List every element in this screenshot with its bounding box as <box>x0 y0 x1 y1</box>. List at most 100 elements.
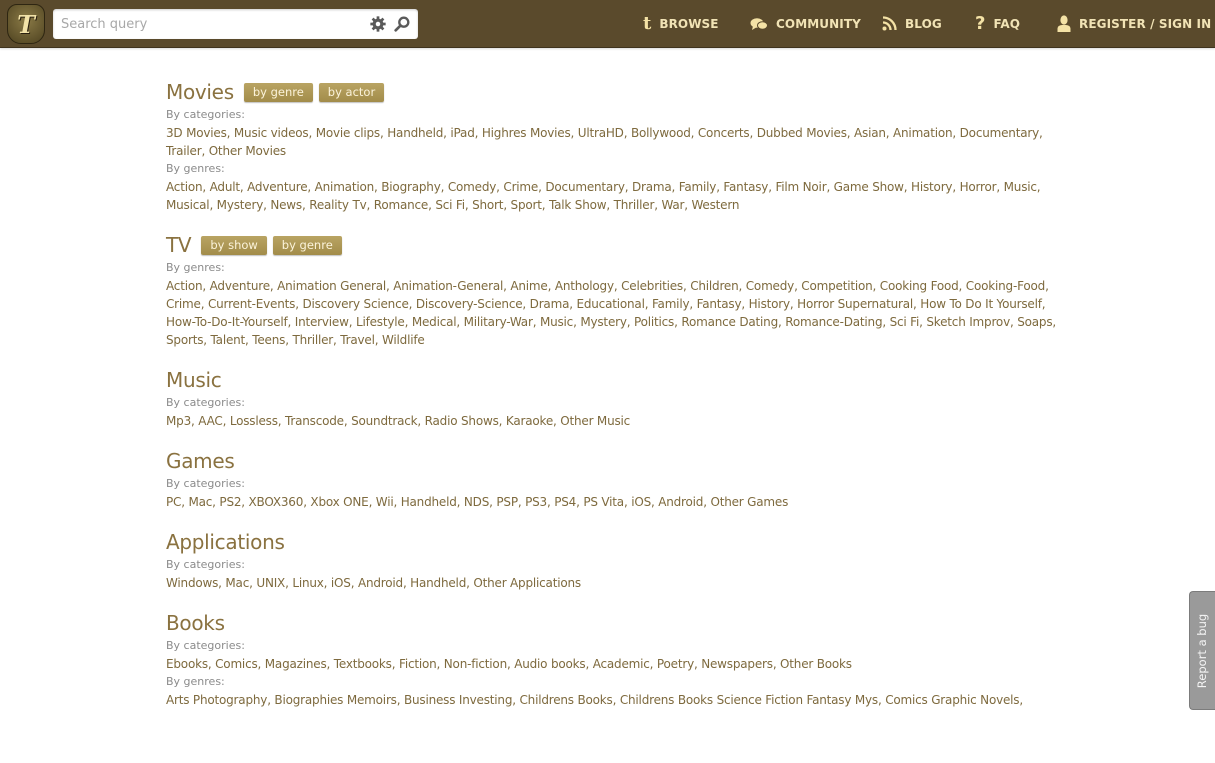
category-link[interactable]: Handheld <box>387 126 443 140</box>
category-link[interactable]: PS4 <box>554 495 576 509</box>
category-link[interactable]: Childrens Books <box>519 693 612 707</box>
category-link[interactable]: Business Investing <box>404 693 512 707</box>
category-link[interactable]: Concerts <box>698 126 750 140</box>
category-link[interactable]: PC <box>166 495 181 509</box>
category-link[interactable]: Drama <box>632 180 672 194</box>
category-link[interactable]: Sport <box>511 198 542 212</box>
category-link[interactable]: Musical <box>166 198 210 212</box>
category-link[interactable]: Android <box>358 576 403 590</box>
category-link[interactable]: Thriller <box>614 198 655 212</box>
category-link[interactable]: Crime <box>503 180 538 194</box>
category-link[interactable]: Interview <box>295 315 349 329</box>
category-link[interactable]: Childrens Books Science Fiction Fantasy … <box>620 693 878 707</box>
category-link[interactable]: Highres Movies <box>482 126 571 140</box>
category-link[interactable]: Asian <box>854 126 886 140</box>
category-link[interactable]: Celebrities <box>621 279 683 293</box>
category-link[interactable]: Mystery <box>580 315 627 329</box>
category-link[interactable]: Biographies Memoirs <box>274 693 397 707</box>
category-link[interactable]: Animation <box>893 126 953 140</box>
category-link[interactable]: Action <box>166 279 203 293</box>
category-link[interactable]: Comedy <box>448 180 497 194</box>
category-link[interactable]: How To Do It Yourself <box>920 297 1042 311</box>
category-link[interactable]: Romance Dating <box>681 315 778 329</box>
category-link[interactable]: Short <box>472 198 503 212</box>
category-link[interactable]: Comics <box>215 657 258 671</box>
category-link[interactable]: Lifestyle <box>356 315 405 329</box>
category-link[interactable]: Western <box>691 198 739 212</box>
category-link[interactable]: Textbooks <box>334 657 392 671</box>
section-title[interactable]: Applications <box>166 530 285 554</box>
nav-blog[interactable]: BLOG <box>882 0 942 47</box>
category-link[interactable]: News <box>270 198 302 212</box>
category-link[interactable]: Other Music <box>560 414 630 428</box>
category-link[interactable]: Other Games <box>710 495 788 509</box>
category-link[interactable]: Handheld <box>410 576 466 590</box>
category-link[interactable]: Arts Photography <box>166 693 267 707</box>
category-link[interactable]: Educational <box>576 297 644 311</box>
section-title[interactable]: Games <box>166 449 235 473</box>
category-link[interactable]: Sketch Improv <box>926 315 1010 329</box>
category-link[interactable]: Magazines <box>265 657 327 671</box>
category-link[interactable]: Current-Events <box>208 297 295 311</box>
category-link[interactable]: Action <box>166 180 203 194</box>
category-link[interactable]: Soundtrack <box>351 414 418 428</box>
category-link[interactable]: Romance-Dating <box>785 315 882 329</box>
category-link[interactable]: Adventure <box>247 180 307 194</box>
category-link[interactable]: Talk Show <box>549 198 607 212</box>
section-title[interactable]: TV <box>166 233 192 257</box>
category-link[interactable]: Film Noir <box>775 180 826 194</box>
report-bug-tab[interactable]: Report a bug <box>1189 591 1215 710</box>
category-link[interactable]: NDS <box>464 495 489 509</box>
category-link[interactable]: Reality Tv <box>309 198 366 212</box>
category-link[interactable]: Other Movies <box>209 144 286 158</box>
category-link[interactable]: Karaoke <box>506 414 553 428</box>
category-link[interactable]: Other Books <box>780 657 852 671</box>
category-link[interactable]: Poetry <box>657 657 694 671</box>
category-link[interactable]: Academic <box>593 657 650 671</box>
category-link[interactable]: Documentary <box>545 180 625 194</box>
category-link[interactable]: Mac <box>225 576 249 590</box>
nav-community[interactable]: COMMUNITY <box>750 0 861 47</box>
filter-button-by-genre[interactable]: by genre <box>272 235 342 255</box>
category-link[interactable]: Other Applications <box>473 576 581 590</box>
nav-register-signin[interactable]: REGISTER / SIGN IN <box>1057 0 1211 47</box>
category-link[interactable]: Music <box>540 315 573 329</box>
category-link[interactable]: Trailer <box>166 144 202 158</box>
category-link[interactable]: Medical <box>412 315 457 329</box>
category-link[interactable]: Military-War <box>464 315 533 329</box>
category-link[interactable]: Linux <box>292 576 324 590</box>
category-link[interactable]: Audio books <box>514 657 585 671</box>
category-link[interactable]: PS2 <box>219 495 241 509</box>
category-link[interactable]: Sci Fi <box>890 315 920 329</box>
filter-button-by-genre[interactable]: by genre <box>243 82 313 102</box>
search-input[interactable] <box>53 9 353 39</box>
category-link[interactable]: Wildlife <box>382 333 425 347</box>
category-link[interactable]: PS3 <box>525 495 547 509</box>
filter-button-by-show[interactable]: by show <box>201 235 267 255</box>
category-link[interactable]: Horror Supernatural <box>797 297 913 311</box>
category-link[interactable]: Children <box>690 279 739 293</box>
category-link[interactable]: Anthology <box>555 279 614 293</box>
category-link[interactable]: Mp3 <box>166 414 191 428</box>
category-link[interactable]: PS Vita <box>583 495 624 509</box>
category-link[interactable]: Newspapers <box>701 657 773 671</box>
category-link[interactable]: Fiction <box>399 657 437 671</box>
category-link[interactable]: Comics Graphic Novels <box>885 693 1019 707</box>
site-logo[interactable]: T <box>7 4 45 44</box>
category-link[interactable]: How-To-Do-It-Yourself <box>166 315 288 329</box>
category-link[interactable]: Music videos <box>234 126 309 140</box>
category-link[interactable]: Talent <box>211 333 246 347</box>
category-link[interactable]: Horror <box>960 180 997 194</box>
category-link[interactable]: UNIX <box>256 576 285 590</box>
category-link[interactable]: Romance <box>374 198 429 212</box>
category-link[interactable]: Movie clips <box>316 126 380 140</box>
category-link[interactable]: XBOX360 <box>249 495 304 509</box>
category-link[interactable]: Family <box>679 180 717 194</box>
category-link[interactable]: History <box>911 180 952 194</box>
category-link[interactable]: Music <box>1004 180 1037 194</box>
category-link[interactable]: Thriller <box>292 333 333 347</box>
category-link[interactable]: Animation-General <box>393 279 503 293</box>
category-link[interactable]: Sci Fi <box>435 198 465 212</box>
category-link[interactable]: Cooking-Food <box>966 279 1045 293</box>
category-link[interactable]: Lossless <box>230 414 278 428</box>
